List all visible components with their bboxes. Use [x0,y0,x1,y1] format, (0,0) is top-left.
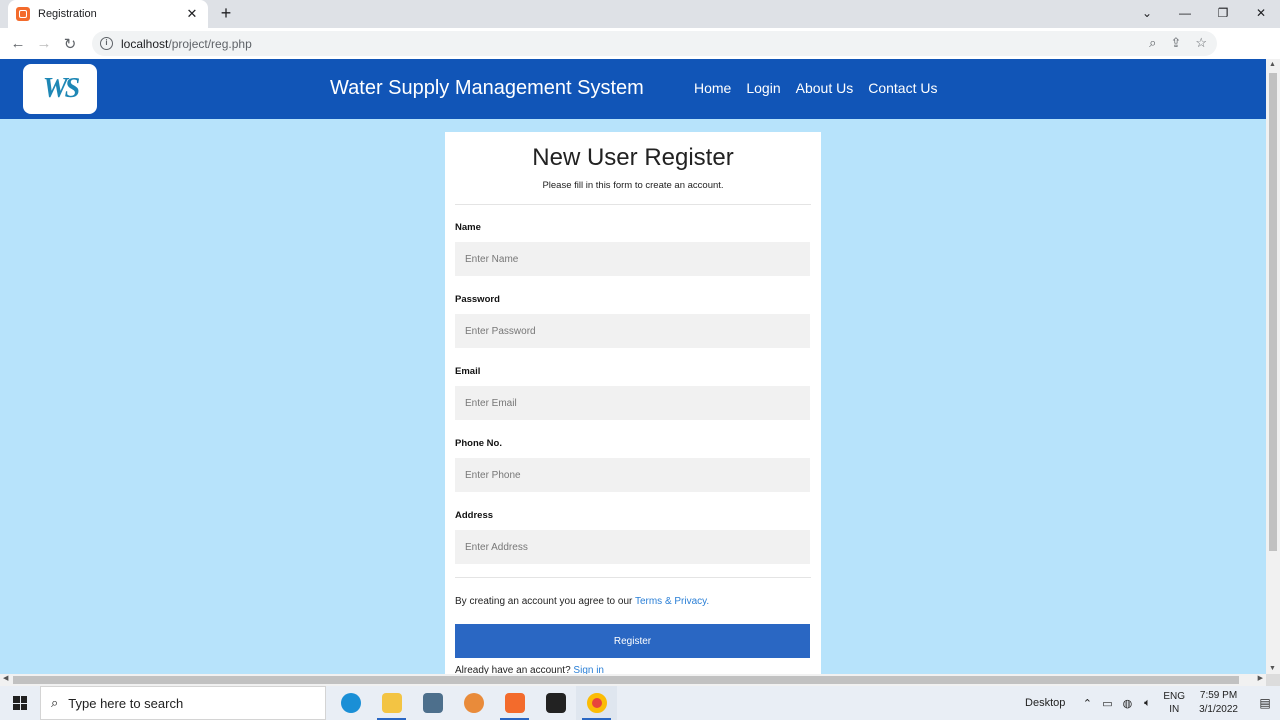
nav-contact-link[interactable]: Contact Us [868,80,937,96]
search-icon: ⌕ [51,695,59,710]
xampp-favicon-icon [16,7,30,21]
taskbar-search-input[interactable] [68,695,289,711]
reload-icon[interactable]: ↻ [57,35,83,53]
scroll-down-arrow-icon[interactable]: ▼ [1269,665,1276,672]
nav-login-link[interactable]: Login [746,80,780,96]
speaker-icon[interactable]: 🔈︎ [1137,697,1157,710]
minimize-button[interactable]: — [1166,0,1204,28]
site-header: WS Water Supply Management System Home L… [0,59,1266,119]
xampp-app[interactable] [494,686,535,720]
monitor-app[interactable] [412,686,453,720]
email-label: Email [455,366,481,377]
terms-text: By creating an account you agree to our … [455,596,811,607]
chevron-up-icon[interactable]: ⌃ [1077,697,1097,710]
phone-input[interactable] [455,458,810,492]
scroll-right-arrow-icon[interactable]: ▶ [1258,674,1263,682]
windows-logo-icon [13,696,27,710]
address-bar[interactable]: i localhost/project/reg.php ⌕ ⇪ ☆ [92,31,1217,56]
paint-icon [463,693,484,713]
signin-text: Already have an account? Sign in [455,665,811,674]
form-divider-bottom [455,577,811,578]
form-divider [455,204,811,205]
tab-close-icon[interactable]: ✕ [184,6,200,22]
monitor-icon [422,693,443,713]
url-host: localhost [121,36,169,51]
desktop-toolbar-label[interactable]: Desktop [1025,697,1065,709]
zoom-icon[interactable]: ⌕ [1149,35,1156,51]
site-logo[interactable]: WS [23,64,97,114]
vertical-scrollbar[interactable]: ▲ ▼ [1266,59,1280,674]
bookmark-star-icon[interactable]: ☆ [1195,35,1207,51]
chrome-icon [586,693,607,713]
form-subheading: Please fill in this form to create an ac… [542,180,724,191]
photos-app[interactable] [535,686,576,720]
password-label: Password [455,294,500,305]
url-path: /project/reg.php [168,36,252,51]
window-controls: ⌄ — ❐ ✕ [1128,0,1280,28]
scrollbar-corner [1266,674,1280,686]
terms-prefix: By creating an account you agree to our [455,596,635,607]
name-label: Name [455,222,481,233]
address-bar-actions: ⌕ ⇪ ☆ [1149,35,1207,51]
start-button[interactable] [0,686,40,720]
vertical-scroll-thumb[interactable] [1269,73,1277,551]
xampp-icon [504,693,525,713]
scroll-left-arrow-icon[interactable]: ◀ [3,674,8,682]
horizontal-scroll-thumb[interactable] [13,676,1239,684]
logo-text: WS [42,73,81,104]
close-window-button[interactable]: ✕ [1242,0,1280,28]
clock-date: 3/1/2022 [1199,704,1238,715]
language-indicator[interactable]: ENG IN [1163,690,1185,716]
lang-code: ENG [1163,691,1186,702]
tab-title: Registration [38,8,97,20]
page-viewport: WS Water Supply Management System Home L… [0,59,1266,674]
chrome-app[interactable] [576,686,617,720]
name-input[interactable] [455,242,810,276]
browser-tabstrip: Registration ✕ + ⌄ — ❐ ✕ [0,0,1280,28]
windows-taskbar: ⌕ Desktop ⌃ ▭ ◍ 🔈︎ ENG IN 7:59 PM 3/1/20… [0,686,1280,720]
nav-about-link[interactable]: About Us [796,80,854,96]
clock-time: 7:59 PM [1199,690,1238,701]
lang-region: IN [1169,704,1180,715]
address-input[interactable] [455,530,810,564]
browser-toolbar: ← → ↻ i localhost/project/reg.php ⌕ ⇪ ☆ … [0,28,1280,80]
edge-app[interactable] [330,686,371,720]
globe-icon[interactable]: ◍ [1117,697,1137,710]
phone-label: Phone No. [455,438,502,449]
paint-app[interactable] [453,686,494,720]
folder-icon [381,693,402,713]
email-input[interactable] [455,386,810,420]
scroll-up-arrow-icon[interactable]: ▲ [1269,61,1276,68]
taskbar-apps [330,686,617,720]
register-button[interactable]: Register [455,624,810,658]
password-input[interactable] [455,314,810,348]
register-form-card: New User Register Please fill in this fo… [445,132,821,674]
notifications-icon[interactable]: ▤ [1250,696,1280,710]
browser-tab[interactable]: Registration ✕ [8,0,208,28]
battery-icon[interactable]: ▭ [1097,697,1117,710]
photos-icon [545,693,566,713]
edge-icon [340,693,361,713]
signin-prefix: Already have an account? [455,665,574,674]
horizontal-scrollbar[interactable]: ◀ ▶ [0,674,1266,686]
taskbar-clock[interactable]: 7:59 PM 3/1/2022 [1199,689,1238,717]
forward-arrow-icon[interactable]: → [31,35,57,52]
file-explorer-app[interactable] [371,686,412,720]
share-icon[interactable]: ⇪ [1170,35,1181,51]
tab-search-icon[interactable]: ⌄ [1128,0,1166,28]
address-label: Address [455,510,494,521]
url-text: localhost/project/reg.php [121,37,252,51]
new-tab-button[interactable]: + [216,3,236,24]
site-title: Water Supply Management System [330,77,644,99]
system-tray: Desktop ⌃ ▭ ◍ 🔈︎ ENG IN 7:59 PM 3/1/2022… [1025,686,1280,720]
site-info-icon[interactable]: i [100,37,113,50]
form-heading: New User Register [532,144,734,171]
nav-home-link[interactable]: Home [694,80,731,96]
terms-privacy-link[interactable]: Terms & Privacy. [635,596,709,607]
back-arrow-icon[interactable]: ← [5,35,31,52]
taskbar-search[interactable]: ⌕ [40,686,326,720]
signin-link[interactable]: Sign in [573,665,604,674]
restore-button[interactable]: ❐ [1204,0,1242,28]
site-nav: Home Login About Us Contact Us [694,80,937,96]
